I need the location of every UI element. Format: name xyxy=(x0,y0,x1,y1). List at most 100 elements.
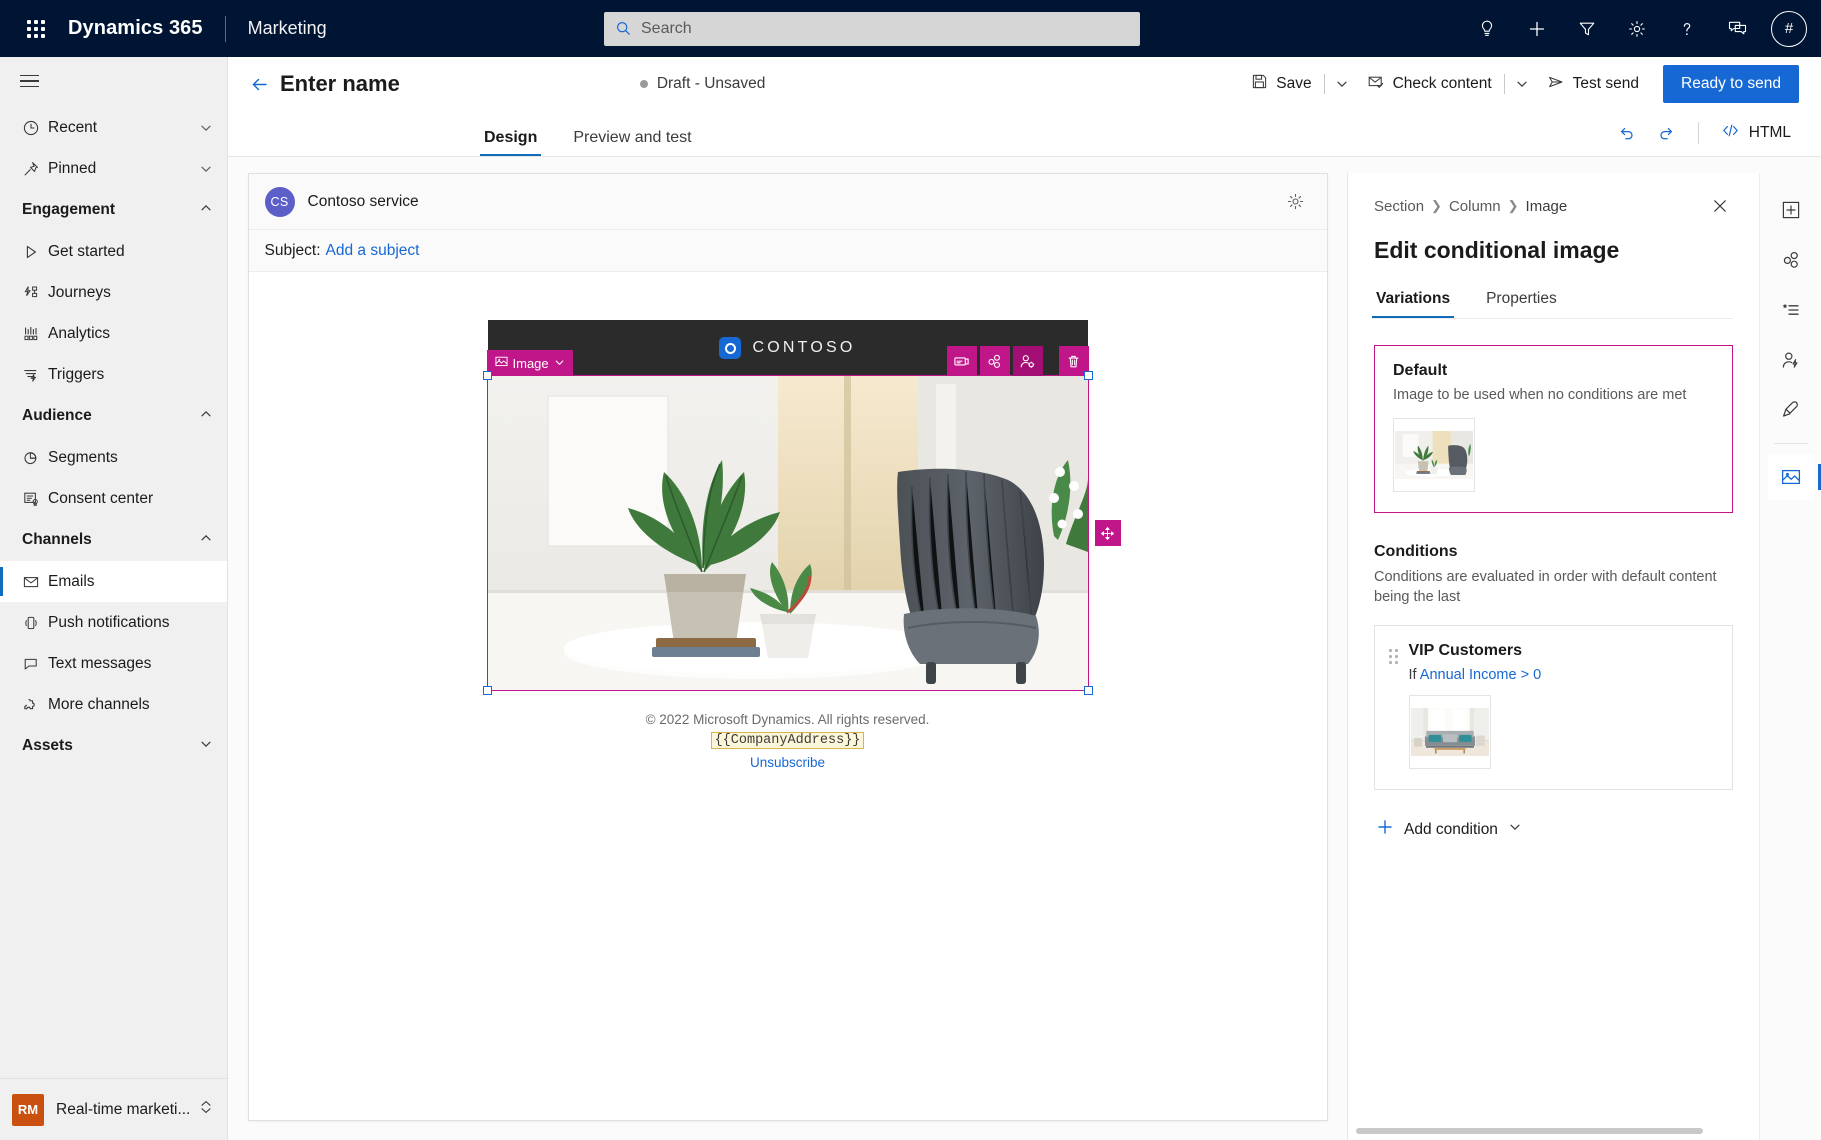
panel-horizontal-scrollbar[interactable] xyxy=(1348,1128,1751,1134)
sidebar-item-more-channels[interactable]: More channels xyxy=(0,684,227,725)
undo-icon[interactable] xyxy=(1610,117,1644,149)
command-divider xyxy=(1323,74,1325,94)
sidebar-item-analytics[interactable]: Analytics xyxy=(0,313,227,354)
back-arrow-icon[interactable] xyxy=(242,67,276,101)
variations-icon[interactable] xyxy=(979,346,1010,376)
sidebar-item-journeys[interactable]: Journeys xyxy=(0,272,227,313)
gear-icon[interactable] xyxy=(1281,187,1311,217)
tool-rail xyxy=(1759,173,1821,1140)
default-variation-card[interactable]: Default Image to be used when no conditi… xyxy=(1374,345,1733,513)
email-canvas[interactable]: CS Contoso service Subject: Add a subjec… xyxy=(247,173,1328,1121)
layout-icon[interactable] xyxy=(946,346,977,376)
default-variation-title: Default xyxy=(1393,362,1448,379)
code-icon xyxy=(1721,121,1740,145)
condition-card[interactable]: VIP Customers If Annual Income > 0 xyxy=(1374,625,1733,791)
content-blocks-icon[interactable] xyxy=(1768,287,1814,333)
sidebar-item-text-messages[interactable]: Text messages xyxy=(0,643,227,684)
condition-value[interactable]: 0 xyxy=(1533,667,1541,683)
sidebar-item-recent[interactable]: Recent xyxy=(0,107,227,148)
hero-image[interactable] xyxy=(487,376,1088,690)
unsubscribe-link[interactable]: Unsubscribe xyxy=(488,755,1088,770)
chair-and-plants-thumbnail xyxy=(1395,430,1473,479)
personalization-icon[interactable] xyxy=(1768,337,1814,383)
sidebar-item-push-notifications[interactable]: Push notifications xyxy=(0,602,227,643)
resize-handle-top-left[interactable] xyxy=(482,371,492,380)
envelope-icon xyxy=(22,573,48,591)
sidebar-group-engagement[interactable]: Engagement xyxy=(0,189,227,231)
tab-variations[interactable]: Variations xyxy=(1372,290,1455,318)
redo-icon[interactable] xyxy=(1650,117,1684,149)
filter-icon[interactable] xyxy=(1567,9,1607,49)
sidebar-item-triggers[interactable]: Triggers xyxy=(0,354,227,395)
drag-handle-icon[interactable] xyxy=(1389,649,1398,769)
email-subject-row: Subject: Add a subject xyxy=(248,230,1327,272)
breadcrumb-column[interactable]: Column xyxy=(1449,198,1501,215)
breadcrumb-image[interactable]: Image xyxy=(1526,198,1568,215)
chevron-down-icon xyxy=(554,356,565,371)
block-toolbar xyxy=(946,346,1089,376)
sidebar-item-pinned[interactable]: Pinned xyxy=(0,148,227,189)
chevron-down-icon xyxy=(199,737,213,756)
move-icon[interactable] xyxy=(1094,520,1121,546)
tab-design[interactable]: Design xyxy=(480,129,542,156)
sidebar-item-get-started[interactable]: Get started xyxy=(0,231,227,272)
sidebar-item-segments[interactable]: Segments xyxy=(0,437,227,478)
app-launcher-icon[interactable] xyxy=(14,7,58,51)
add-condition-button[interactable]: Add condition xyxy=(1374,812,1524,847)
gear-icon[interactable] xyxy=(1617,9,1657,49)
image-block[interactable]: Image xyxy=(482,346,1121,695)
close-icon[interactable] xyxy=(1707,193,1733,219)
area-switcher[interactable]: RM Real-time marketi... xyxy=(0,1078,227,1140)
block-type-label[interactable]: Image xyxy=(486,350,573,376)
save-options-caret[interactable] xyxy=(1327,66,1357,102)
resize-handle-bottom-left[interactable] xyxy=(482,686,492,695)
resize-handle-bottom-right[interactable] xyxy=(1083,686,1093,695)
sidebar-group-label: Engagement xyxy=(22,201,116,218)
hamburger-icon[interactable] xyxy=(0,57,227,105)
check-content-caret[interactable] xyxy=(1507,66,1537,102)
sidebar-group-channels[interactable]: Channels xyxy=(0,519,227,561)
check-content-button[interactable]: Check content xyxy=(1357,66,1502,102)
switcher-caret-icon xyxy=(199,1099,213,1120)
sidebar-group-assets[interactable]: Assets xyxy=(0,725,227,767)
sidebar-item-consent-center[interactable]: Consent center xyxy=(0,478,227,519)
living-room-sofa-thumbnail xyxy=(1410,708,1489,757)
resize-handle-top-right[interactable] xyxy=(1083,371,1093,380)
sidebar-item-label: Pinned xyxy=(48,159,97,177)
test-send-button[interactable]: Test send xyxy=(1537,66,1649,102)
chevron-up-icon xyxy=(199,531,213,550)
add-element-icon[interactable] xyxy=(1768,187,1814,233)
plus-icon[interactable] xyxy=(1517,9,1557,49)
properties-panel: Section ❯ Column ❯ Image Edit conditiona… xyxy=(1347,173,1759,1140)
ready-to-send-button[interactable]: Ready to send xyxy=(1663,65,1799,103)
html-toggle-button[interactable]: HTML xyxy=(1713,116,1799,150)
condition-thumbnail[interactable] xyxy=(1408,695,1491,770)
sidebar-item-emails[interactable]: Emails xyxy=(0,561,227,602)
tab-preview-and-test[interactable]: Preview and test xyxy=(569,129,695,156)
personalization-token[interactable]: {{CompanyAddress}} xyxy=(710,732,865,749)
puzzle-icon xyxy=(22,696,48,714)
user-avatar[interactable]: # xyxy=(1771,10,1807,47)
save-button[interactable]: Save xyxy=(1241,66,1321,102)
tab-properties[interactable]: Properties xyxy=(1482,290,1561,318)
variations-icon[interactable] xyxy=(1768,237,1814,283)
sidebar-group-audience[interactable]: Audience xyxy=(0,395,227,437)
test-send-label: Test send xyxy=(1572,75,1640,92)
styles-icon[interactable] xyxy=(1768,387,1814,433)
email-content-wrapper: CONTOSO Image © 2022 Microsoft Dynamics.… xyxy=(482,320,1121,770)
add-subject-link[interactable]: Add a subject xyxy=(326,242,420,260)
image-icon[interactable] xyxy=(1767,454,1821,500)
personalization-icon[interactable] xyxy=(1012,346,1043,376)
help-icon[interactable] xyxy=(1667,9,1707,49)
condition-field[interactable]: Annual Income xyxy=(1420,667,1517,683)
default-variation-thumbnail[interactable] xyxy=(1393,417,1475,492)
default-variation-description: Image to be used when no conditions are … xyxy=(1393,387,1687,403)
page-title[interactable]: Enter name xyxy=(280,71,400,97)
global-search-input[interactable]: Search xyxy=(604,11,1140,46)
app-name-label[interactable]: Marketing xyxy=(248,18,327,39)
feedback-icon[interactable] xyxy=(1717,9,1757,49)
breadcrumb-section[interactable]: Section xyxy=(1374,198,1424,215)
condition-operator[interactable]: > xyxy=(1521,667,1529,683)
lightbulb-icon[interactable] xyxy=(1467,9,1507,49)
brand-title[interactable]: Dynamics 365 xyxy=(68,17,203,40)
